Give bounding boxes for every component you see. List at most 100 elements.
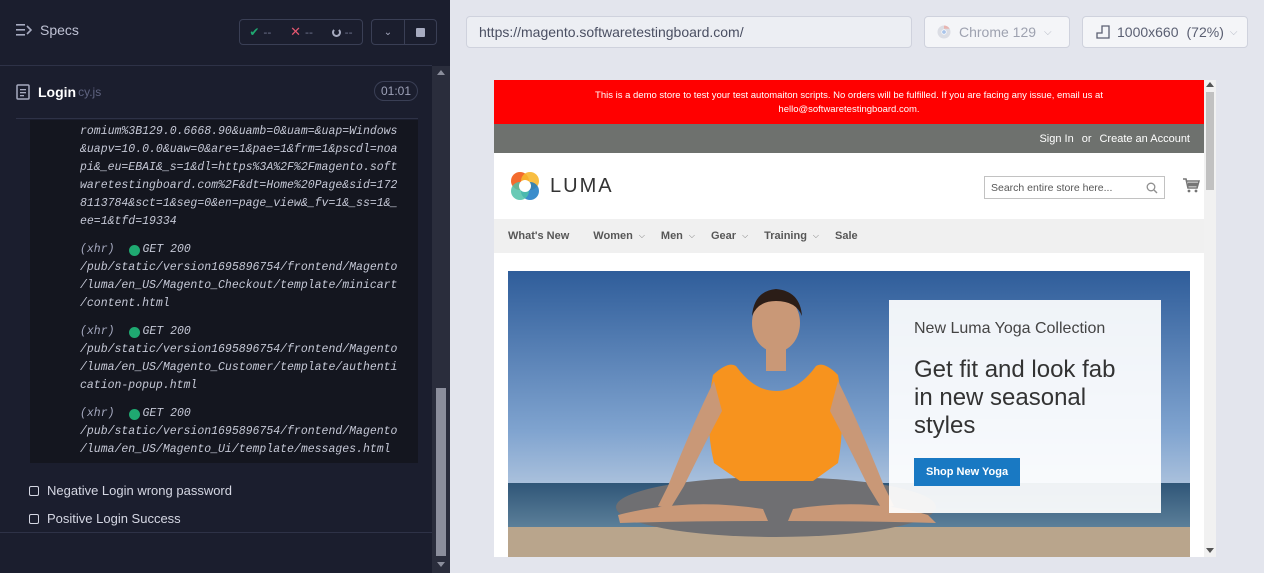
hero-banner[interactable]: New Luma Yoga Collection Get fit and loo… (508, 271, 1190, 557)
specs-label: Specs (40, 22, 79, 38)
xhr-request-entry[interactable]: (xhr) GET 200/pub/static/version169589675… (80, 323, 418, 395)
log-line: waretestingboard.com%2F&dt=Home%20Page&s… (80, 179, 398, 192)
nav-item-label: Sale (835, 230, 858, 242)
chevron-down-icon: ⌵ (1044, 26, 1052, 38)
promo-kicker: New Luma Yoga Collection (914, 320, 1106, 337)
nav-item[interactable]: Men ⌵ (661, 230, 695, 242)
request-url-line: /pub/static/version1695896754/frontend/M… (80, 261, 398, 274)
browser-selector[interactable]: Chrome 129 ⌵ (924, 16, 1070, 48)
url-bar[interactable]: https://magento.softwaretestingboard.com… (466, 16, 912, 48)
viewport-info[interactable]: 1000x660 (72%) ⌵ (1082, 16, 1248, 48)
spec-extension: cy.js (78, 85, 102, 99)
promo-title-line: Get fit and look fab (914, 356, 1116, 383)
nav-item[interactable]: Gear ⌵ (711, 230, 748, 242)
run-controls: ⌄ (371, 19, 437, 45)
header-links: Sign In or Create an Account (494, 124, 1204, 153)
nav-item[interactable]: Training ⌵ (764, 230, 819, 242)
promo-card: New Luma Yoga Collection Get fit and loo… (889, 300, 1161, 513)
document-icon (16, 84, 30, 100)
request-method-status: GET 200 (142, 243, 191, 256)
cart-icon[interactable] (1182, 177, 1200, 193)
sign-in-link[interactable]: Sign In (1039, 133, 1073, 145)
luma-logo-text: LUMA (550, 174, 614, 197)
stat-pending: -- (331, 26, 353, 39)
search-placeholder: Search entire store here... (991, 181, 1113, 194)
viewport-size: 1000x660 (1117, 24, 1179, 40)
spec-duration: 01:01 (373, 81, 418, 101)
xhr-request-header: (xhr) GET 200 (80, 323, 418, 341)
xhr-request-entry[interactable]: (xhr) GET 200/pub/static/version169589675… (80, 241, 418, 313)
x-icon: ✕ (290, 24, 301, 40)
command-log: romium%3B129.0.6668.90&uamb=0&uam=&uap=W… (30, 120, 418, 463)
test-status-icon (29, 485, 39, 496)
log-entry[interactable]: romium%3B129.0.6668.90&uamb=0&uam=&uap=W… (80, 123, 418, 231)
shop-new-yoga-button[interactable]: Shop New Yoga (914, 458, 1021, 486)
spec-row[interactable]: Login cy.js 01:01 (16, 77, 418, 107)
scrollbar-thumb[interactable] (436, 388, 446, 556)
or-text: or (1081, 132, 1092, 145)
test-item[interactable]: Negative Login wrong password (29, 483, 232, 498)
log-line: 8113784&sct=1&seg=0&en=page_view&_fv=1&_… (80, 197, 398, 210)
request-url-line: /pub/static/version1695896754/frontend/M… (80, 343, 398, 356)
luma-logo-icon (511, 172, 539, 200)
expand-button[interactable]: ⌄ (372, 20, 404, 44)
spinner-icon (331, 27, 341, 37)
luma-logo[interactable]: LUMA (508, 169, 614, 203)
scroll-up-arrow-icon[interactable] (1206, 82, 1214, 87)
log-line: &uapv=10.0.0&uaw=0&are=1&pae=1&frm=1&psc… (80, 143, 398, 156)
promo-title-line: styles (914, 412, 976, 439)
chevron-down-icon: ⌵ (688, 231, 695, 240)
stop-button[interactable] (404, 20, 436, 44)
request-kind: (xhr) (80, 325, 115, 338)
nav-item[interactable]: Women ⌵ (593, 230, 645, 242)
nav-item-label: Gear (710, 230, 737, 242)
store-search-input[interactable]: Search entire store here... (984, 176, 1165, 199)
chevron-down-icon: ⌵ (742, 231, 749, 240)
ruler-icon (1096, 25, 1110, 39)
chevron-down-icon: ⌵ (638, 231, 645, 240)
request-kind: (xhr) (80, 243, 115, 256)
status-dot-icon (128, 244, 140, 256)
viewport-scale: (72%) (1186, 24, 1224, 40)
stop-icon (416, 27, 425, 37)
failed-count: -- (305, 25, 313, 39)
search-icon[interactable] (1146, 182, 1158, 194)
xhr-request-header: (xhr) GET 200 (80, 405, 418, 423)
store-header: LUMA Search entire store here... (494, 153, 1204, 219)
demo-notice-text: This is a demo store to test your test a… (595, 90, 1103, 101)
request-method-status: GET 200 (142, 325, 191, 338)
nav-item[interactable]: What's New (508, 230, 569, 242)
aut-scrollbar-thumb[interactable] (1206, 92, 1214, 190)
create-account-link[interactable]: Create an Account (1099, 133, 1190, 145)
divider (16, 118, 418, 119)
aut-iframe: This is a demo store to test your test a… (494, 80, 1216, 557)
chrome-icon (937, 25, 951, 39)
cypress-reporter: Specs ✔ -- ✕ -- -- ⌄ Login cy.js 01:01 r… (0, 0, 450, 573)
request-url-line: /luma/en_US/Magento_Customer/template/au… (80, 361, 398, 374)
log-line: ee=1&tfd=19334 (80, 215, 177, 228)
spec-name: Login (38, 84, 77, 100)
nav-item-label: Training (764, 230, 807, 242)
xhr-request-entry[interactable]: (xhr) GET 200/pub/static/version169589675… (80, 405, 418, 459)
request-url-line: /luma/en_US/Magento_Checkout/template/mi… (80, 279, 398, 292)
nav-item[interactable]: Sale (835, 230, 858, 242)
demo-notice-email: hello@softwaretestingboard.com. (778, 104, 920, 115)
passed-count: -- (263, 25, 272, 39)
nav-item-label: What's New (508, 230, 570, 242)
log-line: romium%3B129.0.6668.90&uamb=0&uam=&uap=W… (80, 125, 398, 138)
check-icon: ✔ (249, 25, 260, 39)
scroll-down-arrow-icon[interactable] (437, 562, 445, 567)
scroll-down-arrow-icon[interactable] (1206, 548, 1214, 553)
test-status-icon (29, 513, 39, 524)
request-method-status: GET 200 (142, 407, 191, 420)
status-dot-icon (128, 326, 140, 338)
test-item[interactable]: Positive Login Success (29, 511, 181, 526)
request-kind: (xhr) (80, 407, 115, 420)
chevron-down-icon: ⌵ (1229, 26, 1238, 38)
specs-button[interactable]: Specs (16, 22, 79, 38)
demo-notice: This is a demo store to test your test a… (494, 80, 1204, 124)
scroll-up-arrow-icon[interactable] (437, 70, 445, 75)
specs-menu-icon (16, 24, 32, 36)
chevron-down-icon: ⌄ (383, 26, 393, 38)
test-title: Negative Login wrong password (47, 483, 232, 498)
